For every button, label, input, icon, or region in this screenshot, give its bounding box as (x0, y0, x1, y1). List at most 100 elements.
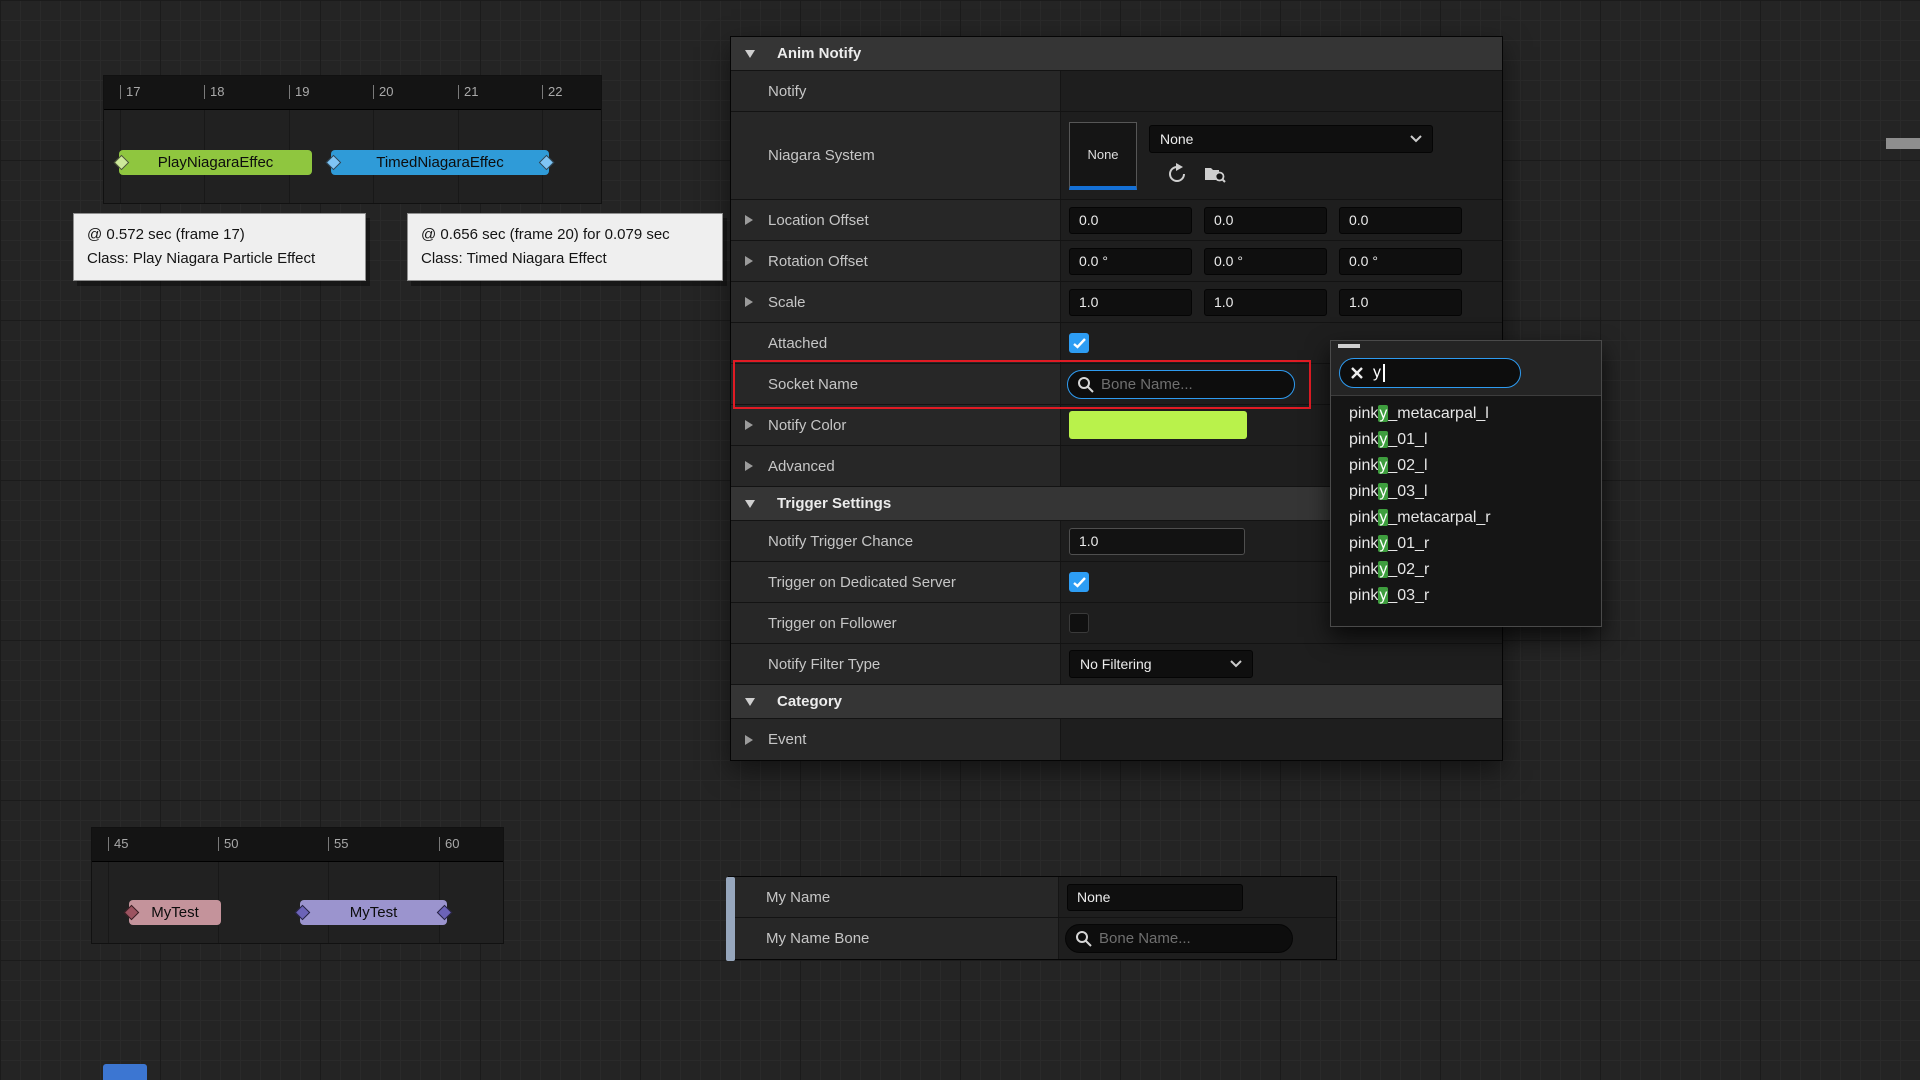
bone-option[interactable]: pinky_metacarpal_l (1331, 401, 1601, 427)
attached-checkbox[interactable] (1069, 333, 1089, 353)
tooltip-class: Class: Play Niagara Particle Effect (87, 247, 352, 271)
bone-option[interactable]: pinky_metacarpal_r (1331, 505, 1601, 531)
bone-picker-popup: y pinky_metacarpal_l pinky_01_l pinky_02… (1330, 340, 1602, 627)
notify-play-niagara-effect[interactable]: PlayNiagaraEffec (119, 150, 312, 175)
notify-tooltip: @ 0.656 sec (frame 20) for 0.079 sec Cla… (407, 213, 723, 281)
property-label: Advanced (768, 458, 835, 475)
section-title: Trigger Settings (777, 495, 891, 512)
socket-name-search-field[interactable] (1067, 370, 1295, 399)
scale-y-field[interactable]: 1.0 (1204, 289, 1327, 316)
property-label: Event (768, 731, 806, 748)
bone-option[interactable]: pinky_03_r (1331, 583, 1601, 609)
notify-handle-diamond-icon[interactable] (114, 155, 130, 171)
bone-option-list: pinky_metacarpal_l pinky_01_l pinky_02_l… (1331, 395, 1601, 626)
notify-handle-diamond-icon[interactable] (295, 905, 311, 921)
notify-handle-diamond-icon[interactable] (124, 905, 140, 921)
scale-z-field[interactable]: 1.0 (1339, 289, 1462, 316)
socket-name-input[interactable] (1101, 376, 1288, 393)
property-label: Socket Name (768, 376, 858, 393)
property-label: Notify (768, 83, 806, 100)
popup-top-dash (1338, 344, 1360, 348)
scale-x-field[interactable]: 1.0 (1069, 289, 1192, 316)
expander-icon[interactable] (745, 735, 753, 745)
notify-label: MyTest (151, 904, 199, 921)
notify-tooltip: @ 0.572 sec (frame 17) Class: Play Niaga… (73, 213, 366, 281)
check-icon (1073, 577, 1086, 588)
my-name-bone-input[interactable] (1099, 930, 1286, 947)
notify-track-body: MyTest MyTest (92, 862, 503, 943)
search-icon (1077, 376, 1094, 393)
custom-notify-panel: My Name None My Name Bone (729, 877, 1336, 959)
bone-search-field[interactable]: y (1339, 358, 1521, 388)
my-name-field[interactable]: None (1067, 884, 1243, 911)
property-label: Notify Filter Type (768, 656, 880, 673)
expander-icon[interactable] (745, 420, 753, 430)
dropdown-selected-value: None (1160, 131, 1193, 147)
expander-icon[interactable] (745, 215, 753, 225)
location-x-field[interactable]: 0.0 (1069, 207, 1192, 234)
section-category[interactable]: Category (731, 685, 1502, 719)
chevron-down-icon (1410, 135, 1422, 143)
row-notify-filter-type: Notify Filter Type No Filtering (731, 644, 1502, 685)
bone-option[interactable]: pinky_02_l (1331, 453, 1601, 479)
search-icon (1075, 930, 1092, 947)
asset-thumbnail[interactable]: None (1069, 122, 1137, 190)
bone-option[interactable]: pinky_02_r (1331, 557, 1601, 583)
row-location-offset: Location Offset 0.0 0.0 0.0 (731, 200, 1502, 241)
frame-tick: 17 (120, 85, 140, 99)
notify-track-panel-top: 17 18 19 20 21 22 PlayNiagaraEffec Timed… (104, 76, 601, 203)
row-my-name-bone: My Name Bone (729, 918, 1336, 959)
dropdown-selected-value: No Filtering (1080, 656, 1152, 672)
trigger-chance-field[interactable]: 1.0 (1069, 528, 1245, 555)
notify-my-test-1[interactable]: MyTest (129, 900, 221, 925)
frame-tick: 50 (218, 837, 238, 851)
row-notify: Notify (731, 71, 1502, 112)
notify-handle-diamond-icon[interactable] (326, 155, 342, 171)
follower-checkbox[interactable] (1069, 613, 1089, 633)
bone-option[interactable]: pinky_01_r (1331, 531, 1601, 557)
timeline-ruler-top[interactable]: 17 18 19 20 21 22 (104, 76, 601, 110)
notify-my-test-2[interactable]: MyTest (300, 900, 447, 925)
notify-track-body: PlayNiagaraEffec TimedNiagaraEffec (104, 110, 601, 203)
location-z-field[interactable]: 0.0 (1339, 207, 1462, 234)
frame-tick: 45 (108, 837, 128, 851)
notify-handle-diamond-icon[interactable] (437, 905, 453, 921)
tooltip-time: @ 0.572 sec (frame 17) (87, 223, 352, 247)
property-label: Notify Trigger Chance (768, 533, 913, 550)
bone-filter-input[interactable]: y (1373, 364, 1385, 382)
rotation-z-field[interactable]: 0.0 ° (1339, 248, 1462, 275)
niagara-system-dropdown[interactable]: None (1149, 125, 1433, 153)
use-selected-asset-icon[interactable] (1165, 162, 1189, 186)
chevron-down-icon (1230, 660, 1242, 668)
rotation-x-field[interactable]: 0.0 ° (1069, 248, 1192, 275)
property-label: Rotation Offset (768, 253, 868, 270)
expander-icon[interactable] (745, 256, 753, 266)
browse-to-asset-icon[interactable] (1203, 162, 1227, 186)
my-name-bone-search-field[interactable] (1065, 924, 1293, 953)
timeline-ruler-bottom[interactable]: 45 50 55 60 (92, 828, 503, 862)
expander-icon[interactable] (745, 461, 753, 471)
notify-handle-diamond-icon[interactable] (539, 155, 555, 171)
check-icon (1073, 338, 1086, 349)
expander-icon[interactable] (745, 297, 753, 307)
corner-blue-fragment (103, 1064, 147, 1080)
bone-option[interactable]: pinky_03_l (1331, 479, 1601, 505)
notify-timed-niagara-effect[interactable]: TimedNiagaraEffec (331, 150, 549, 175)
section-anim-notify[interactable]: Anim Notify (731, 37, 1502, 71)
notify-color-swatch[interactable] (1069, 411, 1247, 439)
collapse-arrow-icon (745, 500, 755, 508)
selection-accent-strip (726, 877, 735, 961)
tooltip-time: @ 0.656 sec (frame 20) for 0.079 sec (421, 223, 709, 247)
frame-tick: 18 (204, 85, 224, 99)
property-label: Scale (768, 294, 806, 311)
frame-tick: 22 (542, 85, 562, 99)
dedicated-server-checkbox[interactable] (1069, 572, 1089, 592)
notify-filter-type-dropdown[interactable]: No Filtering (1069, 650, 1253, 678)
location-y-field[interactable]: 0.0 (1204, 207, 1327, 234)
row-scale: Scale 1.0 1.0 1.0 (731, 282, 1502, 323)
rotation-y-field[interactable]: 0.0 ° (1204, 248, 1327, 275)
bone-option[interactable]: pinky_01_l (1331, 427, 1601, 453)
property-label: Niagara System (768, 147, 875, 164)
clear-search-icon[interactable] (1350, 366, 1364, 380)
tooltip-class: Class: Timed Niagara Effect (421, 247, 709, 271)
